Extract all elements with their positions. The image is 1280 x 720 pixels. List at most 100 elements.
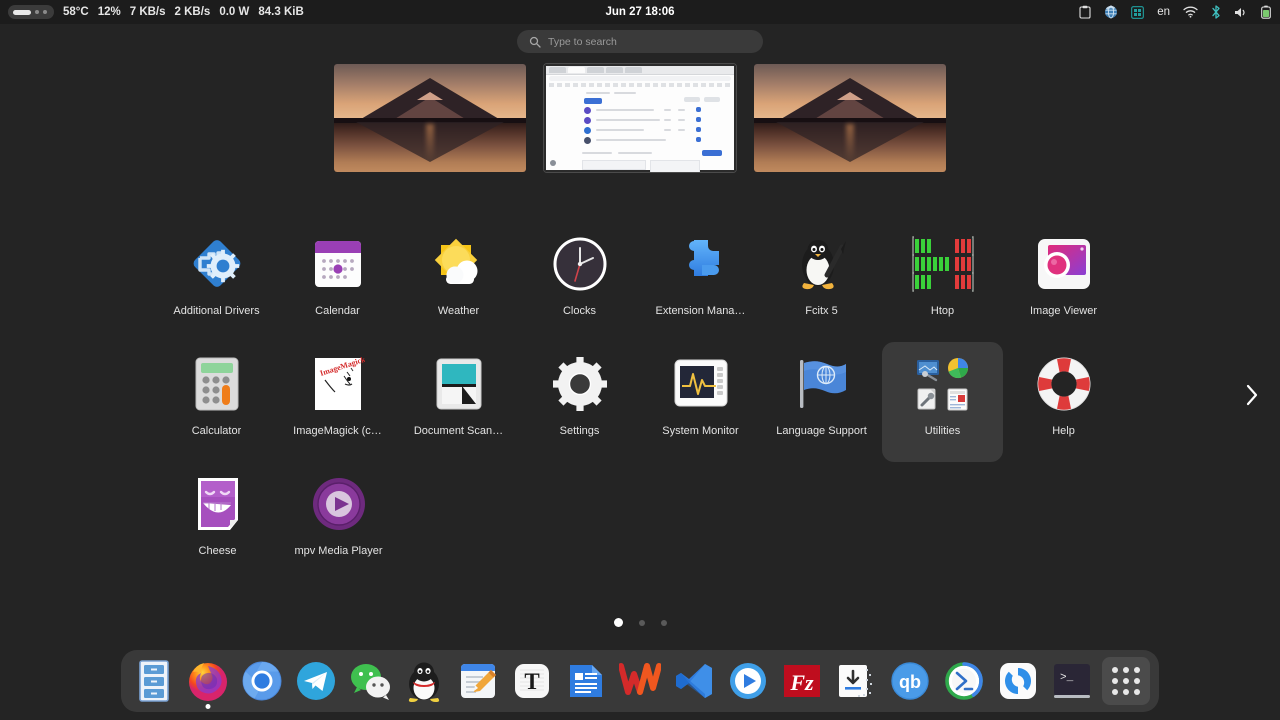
- dock-item-terminal[interactable]: >_: [1048, 657, 1096, 705]
- app-htop[interactable]: Htop: [882, 222, 1003, 342]
- app-image-viewer[interactable]: Image Viewer: [1003, 222, 1124, 342]
- bluetooth-icon[interactable]: [1211, 5, 1221, 19]
- dock-item-remmina[interactable]: [940, 657, 988, 705]
- svg-text:T: T: [524, 669, 539, 694]
- fcitx5-icon: [790, 232, 854, 296]
- dock-item-qbittorrent[interactable]: qb: [886, 657, 934, 705]
- app-label: Clocks: [562, 305, 596, 317]
- app-fcitx5[interactable]: Fcitx 5: [761, 222, 882, 342]
- onlyoffice-icon: [996, 659, 1040, 703]
- show-applications-button[interactable]: [1102, 657, 1150, 705]
- workspace-thumbnail-3[interactable]: [754, 64, 946, 172]
- app-clocks[interactable]: Clocks: [519, 222, 640, 342]
- dock-item-libreoffice-writer[interactable]: [562, 657, 610, 705]
- browser-window-preview: [544, 64, 736, 172]
- app-cheese[interactable]: Cheese: [157, 462, 278, 582]
- workspace-thumbnail-2[interactable]: [543, 63, 737, 173]
- language-indicator[interactable]: en: [1157, 6, 1170, 18]
- app-imagemagick[interactable]: ImageMagick ImageMagick (c…: [277, 342, 398, 462]
- dock-item-media-player[interactable]: [724, 657, 772, 705]
- media-player-icon: [726, 659, 770, 703]
- top-bar-left: 58°C 12% 7 KB/s 2 KB/s 0.0 W 84.3 KiB: [0, 5, 304, 19]
- workspace-thumbnail-1[interactable]: [334, 64, 526, 172]
- top-bar: 58°C 12% 7 KB/s 2 KB/s 0.0 W 84.3 KiB Ju…: [0, 0, 1280, 24]
- app-label: Language Support: [776, 425, 867, 437]
- app-mpv[interactable]: mpv Media Player: [278, 462, 399, 582]
- network-globe-icon[interactable]: [1104, 5, 1118, 19]
- app-system-monitor[interactable]: System Monitor: [640, 342, 761, 462]
- app-grid-row: Additional Drivers Calendar Weather Cloc…: [0, 222, 1280, 342]
- calendar-icon: [306, 232, 370, 296]
- dock-item-firefox[interactable]: [184, 657, 232, 709]
- app-label: Cheese: [198, 545, 237, 557]
- dock-item-wps-office[interactable]: [616, 657, 664, 705]
- dock-item-files[interactable]: [130, 657, 178, 705]
- svg-text:>_: >_: [1060, 672, 1074, 684]
- extension-grid-icon[interactable]: [1131, 5, 1145, 19]
- page-dot-2[interactable]: [638, 619, 645, 626]
- app-label: Calculator: [191, 425, 242, 437]
- cpu-temperature[interactable]: 58°C: [63, 6, 89, 18]
- qbittorrent-icon: qb: [888, 659, 932, 703]
- terminal-icon: >_: [1050, 659, 1094, 703]
- search-area: Type to search: [0, 30, 1280, 53]
- app-extension-manager[interactable]: Extension Mana…: [640, 222, 761, 342]
- app-calendar[interactable]: Calendar: [277, 222, 398, 342]
- power-draw[interactable]: 0.0 W: [219, 6, 249, 18]
- volume-icon[interactable]: [1234, 6, 1248, 19]
- mpv-icon: [307, 472, 371, 536]
- page-dot-3[interactable]: [660, 619, 667, 626]
- extension-manager-icon: [669, 232, 733, 296]
- battery-icon[interactable]: [1261, 5, 1272, 19]
- app-calculator[interactable]: Calculator: [156, 342, 277, 462]
- clocks-icon: [548, 232, 612, 296]
- app-additional-drivers[interactable]: Additional Drivers: [156, 222, 277, 342]
- page-dot-1[interactable]: [613, 618, 623, 627]
- dock-item-download-manager[interactable]: [832, 657, 880, 705]
- app-weather[interactable]: Weather: [398, 222, 519, 342]
- cheese-icon: [186, 472, 250, 536]
- dock-item-telegram[interactable]: [292, 657, 340, 705]
- net-upload-speed[interactable]: 2 KB/s: [175, 6, 211, 18]
- search-placeholder: Type to search: [548, 35, 617, 48]
- chromium-icon: [240, 659, 284, 703]
- dock-item-wechat[interactable]: [346, 657, 394, 705]
- app-document-scanner[interactable]: Document Scan…: [398, 342, 519, 462]
- app-label: Document Scan…: [413, 425, 504, 437]
- search-input[interactable]: Type to search: [517, 30, 763, 53]
- dock-item-chromium[interactable]: [238, 657, 286, 705]
- dock-item-vscode[interactable]: [670, 657, 718, 705]
- typora-icon: T: [510, 659, 554, 703]
- htop-icon: [911, 232, 975, 296]
- svg-text:Fz: Fz: [789, 670, 814, 695]
- dock-item-text-editor[interactable]: [454, 657, 502, 705]
- wps-office-icon: [618, 659, 662, 703]
- dock-item-onlyoffice[interactable]: [994, 657, 1042, 705]
- dock-item-filezilla[interactable]: Fz: [778, 657, 826, 705]
- imagemagick-icon: ImageMagick: [306, 352, 370, 416]
- image-viewer-icon: [1032, 232, 1096, 296]
- net-download-speed[interactable]: 7 KB/s: [130, 6, 166, 18]
- next-page-button[interactable]: [1232, 372, 1272, 418]
- app-folder-utilities[interactable]: Utilities: [882, 342, 1003, 462]
- app-grid-row: Cheese mpv Media Player: [0, 462, 1280, 582]
- dock-item-qq[interactable]: [400, 657, 448, 705]
- workspace-indicator[interactable]: [8, 5, 54, 19]
- wifi-icon[interactable]: [1183, 6, 1198, 18]
- memory-usage[interactable]: 84.3 KiB: [258, 6, 303, 18]
- document-scanner-icon: [427, 352, 491, 416]
- app-language-support[interactable]: Language Support: [761, 342, 882, 462]
- clipboard-icon[interactable]: [1079, 5, 1091, 19]
- vscode-icon: [672, 659, 716, 703]
- dock-item-typora[interactable]: T: [508, 657, 556, 705]
- app-label: ImageMagick (c…: [293, 425, 382, 437]
- app-label: Calendar: [315, 305, 360, 317]
- app-grid-row: Calculator ImageMagick ImageMagick (c… D…: [0, 342, 1280, 462]
- qq-icon: [402, 659, 446, 703]
- weather-icon: [427, 232, 491, 296]
- cpu-usage[interactable]: 12%: [98, 6, 121, 18]
- workspace-indicator-dot: [43, 10, 47, 14]
- remmina-icon: [942, 659, 986, 703]
- app-help[interactable]: Help: [1003, 342, 1124, 462]
- app-settings[interactable]: Settings: [519, 342, 640, 462]
